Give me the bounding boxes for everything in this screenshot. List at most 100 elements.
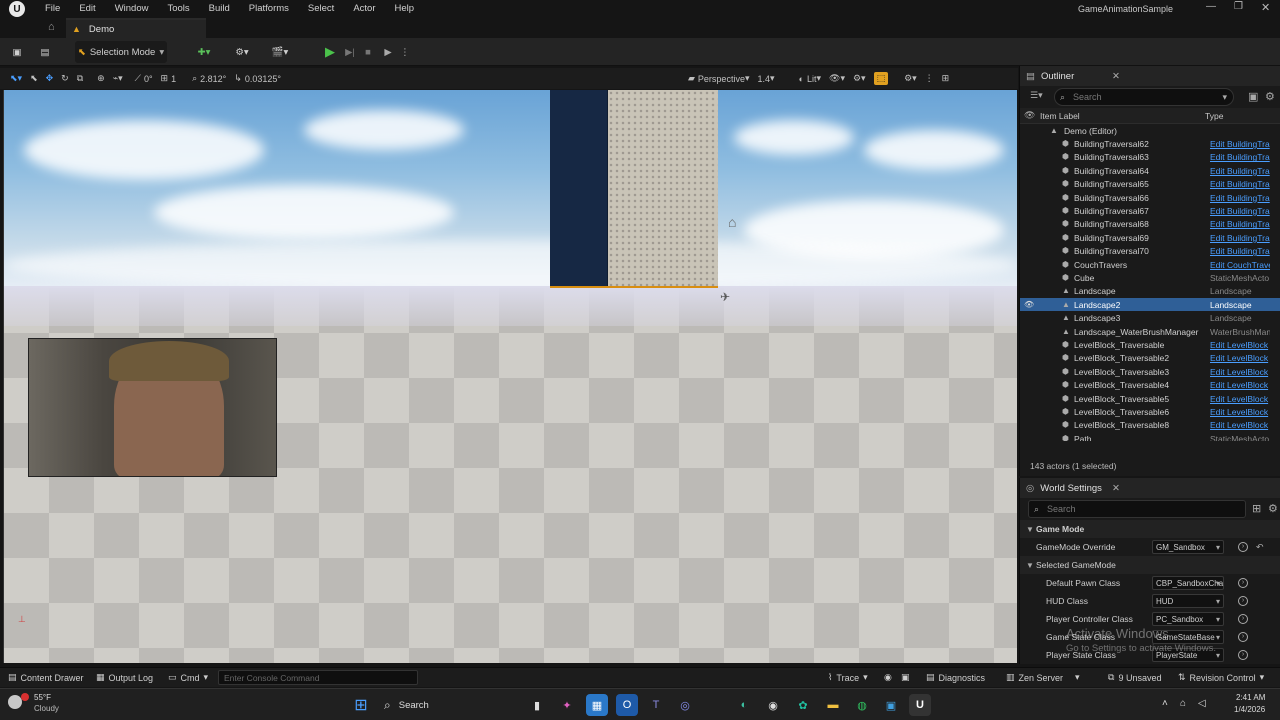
menu-edit[interactable]: Edit <box>79 3 95 14</box>
reset-icon[interactable]: ↶ <box>1256 542 1264 553</box>
unsaved-button[interactable]: ⧉ 9 Unsaved <box>1108 672 1161 683</box>
outliner-row[interactable]: ⬢ LevelBlock_Traversable5 Edit LevelBlock <box>1020 392 1280 405</box>
menu-file[interactable]: File <box>45 3 60 14</box>
menu-tools[interactable]: Tools <box>167 3 189 14</box>
cmd-dropdown[interactable]: ▭ Cmd ▾ <box>168 672 208 683</box>
outliner-settings-icon[interactable]: ⚙ <box>1265 90 1275 103</box>
browse-icon[interactable]: › <box>1238 596 1248 606</box>
network-icon[interactable]: ⌂ <box>1180 698 1186 709</box>
spotify-icon[interactable]: ◍ <box>851 694 873 716</box>
calculator-icon[interactable]: ▦ <box>586 694 608 716</box>
record-icon[interactable]: ◉ <box>884 672 892 683</box>
windows-start-icon[interactable]: ⊞ <box>350 694 372 716</box>
discord-icon[interactable]: ◎ <box>674 694 696 716</box>
zen-server-button[interactable]: ▥ Zen Server ▾ <box>1006 672 1080 683</box>
more-options-icon[interactable]: ⋮ <box>400 41 410 63</box>
teams-icon[interactable]: T <box>645 694 667 716</box>
file-explorer-icon[interactable]: ▬ <box>822 694 844 716</box>
outliner-row-edit-link[interactable]: Edit LevelBlock <box>1210 380 1270 390</box>
close-window-icon[interactable]: ✕ <box>1261 1 1270 14</box>
trace-dropdown[interactable]: ⌇ Trace ▾ <box>828 672 868 683</box>
layout-icon[interactable]: ⊞ <box>942 73 950 84</box>
browse-icon[interactable]: › <box>1238 632 1248 642</box>
browse-icon[interactable]: › <box>1238 578 1248 588</box>
realtime-icon[interactable]: ⚙▾ <box>853 73 866 84</box>
outliner-root-row[interactable]: ▲ Demo (Editor) <box>1020 124 1280 137</box>
outliner-row[interactable]: ⬢ BuildingTraversal69 Edit BuildingTra <box>1020 231 1280 244</box>
outliner-row[interactable]: ⬢ BuildingTraversal67 Edit BuildingTra <box>1020 204 1280 217</box>
home-icon[interactable]: ⌂ <box>48 21 55 33</box>
perspective-dropdown[interactable]: ▰ Perspective ▾ <box>688 73 749 84</box>
close-icon[interactable]: ✕ <box>1112 71 1120 82</box>
menu-actor[interactable]: Actor <box>353 3 375 14</box>
lit-dropdown[interactable]: ◐ Lit ▾ <box>799 73 821 84</box>
viewport-settings-icon[interactable]: ⚙▾ <box>904 73 917 84</box>
outliner-row-edit-link[interactable]: Edit BuildingTra <box>1210 219 1270 229</box>
section-game-mode[interactable]: ▼ Game Mode <box>1020 520 1280 538</box>
add-actor-icon[interactable]: ✚▾ <box>192 41 216 63</box>
tray-chevron-icon[interactable]: ˄ <box>1162 698 1168 709</box>
filter-icon[interactable]: ☰▾ <box>1030 90 1043 101</box>
level-viewport[interactable]: ⌂ ✈ ⊥ <box>3 90 1017 663</box>
restore-icon[interactable]: ❐ <box>1234 1 1243 12</box>
menu-window[interactable]: Window <box>115 3 149 14</box>
outliner-row[interactable]: ⬢ CouchTravers Edit CouchTrave <box>1020 258 1280 271</box>
browse-icon[interactable]: › <box>1238 542 1248 552</box>
outliner-row[interactable]: ⬢ BuildingTraversal70 Edit BuildingTra <box>1020 245 1280 258</box>
outliner-row-edit-link[interactable]: Edit LevelBlock <box>1210 420 1270 430</box>
clock-time[interactable]: 2:41 AM <box>1236 693 1265 702</box>
snapshot-icon[interactable]: ▣ <box>901 672 910 683</box>
close-icon[interactable]: ✕ <box>1112 483 1120 494</box>
game-mode-override-dropdown[interactable]: GM_Sandbox <box>1152 540 1224 554</box>
col-item-label[interactable]: Item Label <box>1040 111 1080 121</box>
table-view-icon[interactable]: ⊞ <box>1252 502 1261 515</box>
outliner-row[interactable]: ⬢ BuildingTraversal68 Edit BuildingTra <box>1020 218 1280 231</box>
outliner-search-input[interactable]: ⌕ Search ▾ <box>1054 88 1234 106</box>
show-flags-icon[interactable]: 👁▾ <box>829 73 845 84</box>
prop-dropdown[interactable]: CBP_SandboxCha <box>1152 576 1224 590</box>
tab-demo[interactable]: ▲ Demo <box>66 18 206 38</box>
ws-settings-icon[interactable]: ⚙ <box>1268 502 1278 515</box>
console-input[interactable]: Enter Console Command <box>218 670 418 685</box>
revision-control-button[interactable]: ⇅ Revision Control ▾ <box>1178 672 1264 683</box>
clock-date[interactable]: 1/4/2026 <box>1234 705 1265 714</box>
scale-snap-button[interactable]: ⊞ 1 <box>161 73 177 84</box>
menu-select[interactable]: Select <box>308 3 334 14</box>
menu-help[interactable]: Help <box>395 3 415 14</box>
outliner-row[interactable]: ⬢ BuildingTraversal62 Edit BuildingTra <box>1020 137 1280 150</box>
outliner-row-edit-link[interactable]: Edit LevelBlock <box>1210 340 1270 350</box>
outliner-row[interactable]: ⬢ BuildingTraversal63 Edit BuildingTra <box>1020 151 1280 164</box>
world-settings-tab[interactable]: ◎ World Settings ✕ <box>1020 478 1280 498</box>
game-view-icon[interactable]: ⬚ <box>873 72 889 85</box>
outliner-row-edit-link[interactable]: Edit BuildingTra <box>1210 139 1270 149</box>
weather-widget[interactable]: 55°F Cloudy <box>8 692 68 718</box>
menu-build[interactable]: Build <box>209 3 230 14</box>
steam-icon[interactable]: ◉ <box>762 694 784 716</box>
browse-icon[interactable]: › <box>1238 650 1248 660</box>
outliner-row-edit-link[interactable]: Edit LevelBlock <box>1210 407 1270 417</box>
world-settings-search-input[interactable]: ⌕ Search <box>1028 500 1246 518</box>
cinematics-icon[interactable]: 🎬▾ <box>268 41 292 63</box>
visibility-icon[interactable]: 👁 <box>1024 300 1034 309</box>
outliner-row-edit-link[interactable]: Edit BuildingTra <box>1210 206 1270 216</box>
outliner-row-edit-link[interactable]: Edit LevelBlock <box>1210 394 1270 404</box>
outliner-row[interactable]: ⬢ LevelBlock_Traversable8 Edit LevelBlock <box>1020 419 1280 432</box>
play-icon[interactable]: ▶ <box>320 41 340 63</box>
rotation-snap-button[interactable]: ⟋ 0° <box>135 73 153 84</box>
content-drawer-button[interactable]: ▤ Content Drawer <box>8 672 84 683</box>
viewport-more-icon[interactable]: ⋮ <box>925 73 934 84</box>
outliner-row[interactable]: ▲ Landscape_WaterBrushManager WaterBrushMa… <box>1020 325 1280 338</box>
output-log-button[interactable]: ▦ Output Log <box>96 672 153 683</box>
launch-icon[interactable]: ▶ <box>379 41 397 63</box>
outliner-row[interactable]: ⬢ Cube StaticMeshActo <box>1020 271 1280 284</box>
app-icon[interactable]: ▣ <box>880 694 902 716</box>
outliner-row-edit-link[interactable]: Edit BuildingTra <box>1210 233 1270 243</box>
selection-mode-dropdown[interactable]: ⬉ Selection Mode ▾ <box>75 41 167 63</box>
outliner-row[interactable]: ⬢ LevelBlock_Traversable6 Edit LevelBlock <box>1020 405 1280 418</box>
fov-dropdown[interactable]: 1.4 ▾ <box>757 73 774 84</box>
outliner-row-edit-link[interactable]: Edit LevelBlock <box>1210 367 1270 377</box>
outlook-icon[interactable]: O <box>616 694 638 716</box>
browse-icon[interactable]: › <box>1238 614 1248 624</box>
outliner-row[interactable]: ⬢ BuildingTraversal66 Edit BuildingTra <box>1020 191 1280 204</box>
outliner-row[interactable]: ▲ Landscape Landscape <box>1020 285 1280 298</box>
